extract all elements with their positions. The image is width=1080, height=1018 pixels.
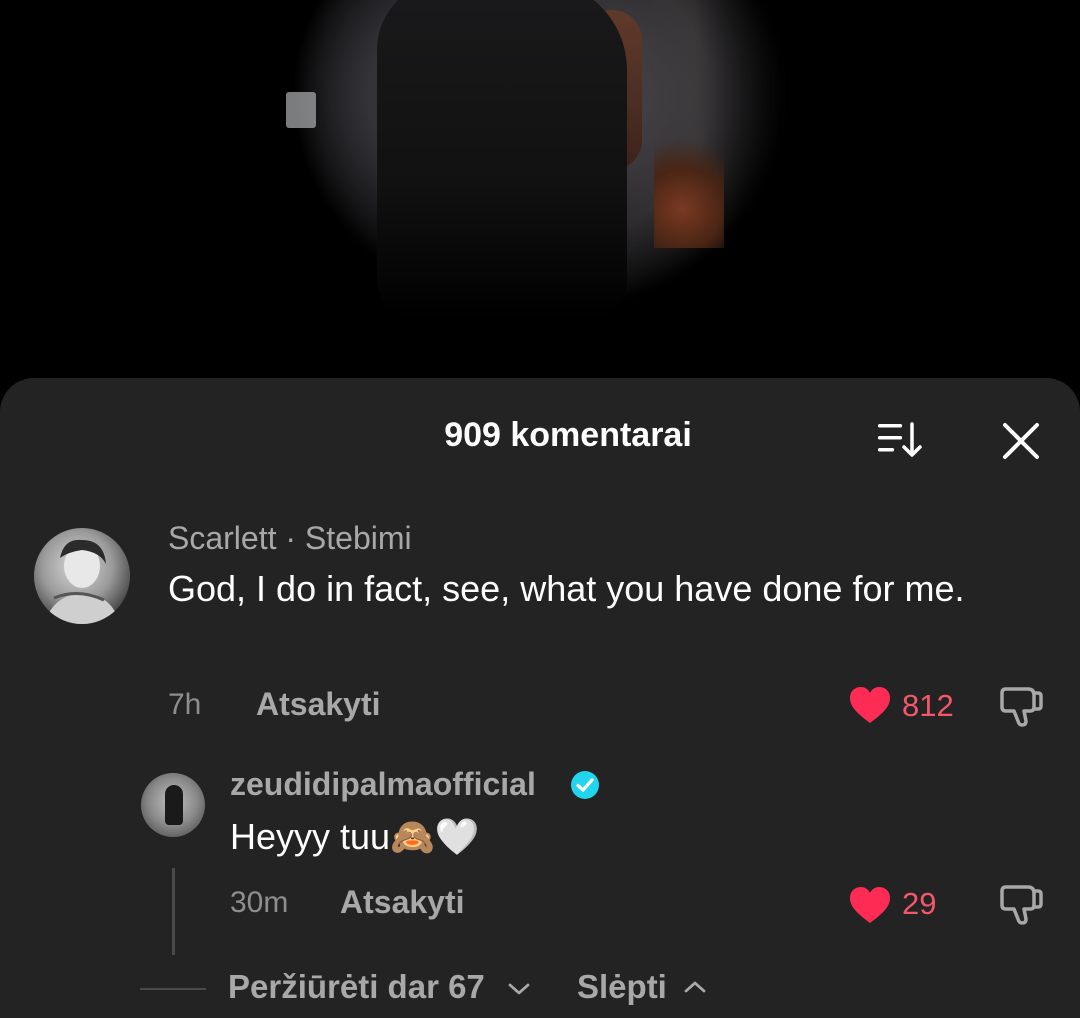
reply-avatar[interactable] (141, 773, 205, 837)
following-tag: · Stebimi (285, 520, 412, 556)
avatar[interactable] (34, 528, 130, 624)
hide-replies-button[interactable]: Slėpti (577, 968, 667, 1006)
avatar-image (44, 539, 120, 624)
comment-username[interactable]: Scarlett (168, 520, 276, 556)
comment-timestamp: 7h (168, 688, 202, 721)
reply-like-count: 29 (902, 886, 937, 921)
thread-divider (140, 988, 206, 990)
person-figure (377, 0, 627, 320)
reply-author-line: zeudidipalmaofficial (230, 766, 536, 803)
view-more-replies-button[interactable]: Peržiūrėti dar 67 (228, 968, 485, 1006)
thread-connector (172, 868, 175, 955)
reply-text: Heyyy tuu🙈🤍 (230, 816, 480, 857)
reply-timestamp: 30m (230, 886, 289, 919)
reply-button[interactable]: Atsakyti (256, 686, 381, 723)
verified-icon (571, 771, 599, 799)
heart-icon[interactable] (848, 685, 892, 725)
close-icon[interactable] (1000, 420, 1042, 462)
like-count: 812 (902, 688, 954, 723)
dislike-icon[interactable] (998, 881, 1044, 927)
heart-icon[interactable] (848, 885, 892, 925)
reply-reply-button[interactable]: Atsakyti (340, 884, 465, 921)
reply-username[interactable]: zeudidipalmaofficial (230, 766, 536, 802)
video-area[interactable] (0, 0, 1080, 400)
flower-vase (654, 118, 724, 248)
chevron-down-icon[interactable] (507, 981, 531, 997)
wall-switch (286, 92, 316, 128)
comments-sheet: 909 komentarai Scarlett · Stebimi God, I… (0, 378, 1080, 1018)
chevron-up-icon[interactable] (683, 979, 707, 995)
comment-author-line: Scarlett · Stebimi (168, 520, 412, 557)
comment-text: God, I do in fact, see, what you have do… (168, 568, 965, 609)
avatar-figure (165, 785, 183, 825)
dislike-icon[interactable] (998, 683, 1044, 729)
video-thumbnail[interactable] (282, 0, 798, 380)
sort-icon[interactable] (876, 420, 924, 460)
